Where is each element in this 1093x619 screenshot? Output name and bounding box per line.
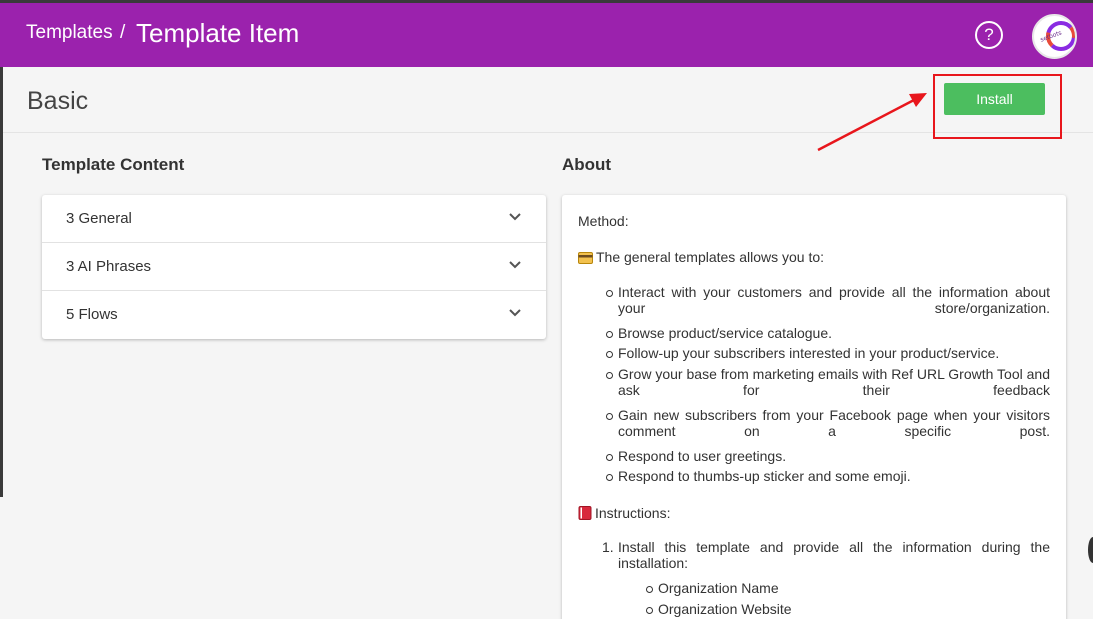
chevron-down-icon	[509, 213, 521, 221]
credit-card-emoji-icon	[578, 252, 593, 264]
general-bullet-item: Follow-up your subscribers interested in…	[618, 345, 999, 361]
question-circle-icon: ?	[984, 25, 994, 44]
instruction-subitem: Organization Name	[658, 580, 779, 596]
accordion-item-label: 5 Flows	[66, 306, 118, 323]
accordion-item-label: 3 General	[66, 210, 132, 227]
chevron-down-icon	[509, 309, 521, 317]
bullet-marker	[606, 351, 613, 358]
general-bullet-text: Browse product/service catalogue.	[618, 325, 832, 341]
about-card: Method: The general templates allows you…	[562, 195, 1066, 619]
instruction-step-number: 1.	[602, 539, 614, 555]
general-intro-text: The general templates allows you to:	[596, 249, 825, 265]
general-bullet-text: Grow your base from marketing emails wit…	[618, 366, 1050, 398]
bullet-marker	[646, 586, 653, 593]
general-bullet-item: Browse product/service catalogue.	[618, 325, 832, 341]
template-content-heading: Template Content	[42, 155, 185, 174]
page-title: Template Item	[136, 18, 300, 48]
instructions-line: Instructions:	[578, 505, 670, 521]
avatar[interactable]: setbots	[1032, 14, 1077, 59]
accordion-item-ai-phrases[interactable]: 3 AI Phrases	[42, 243, 546, 291]
instruction-step-item: Install this template and provide all th…	[618, 539, 1050, 571]
general-bullet-item: Interact with your customers and provide…	[618, 284, 1050, 316]
annotation-arrow-icon	[817, 93, 927, 152]
bullet-marker	[606, 372, 613, 379]
general-bullet-text: Respond to user greetings.	[618, 448, 787, 464]
template-content-accordion: 3 General 3 AI Phrases 5 Flows	[42, 195, 546, 339]
bullet-marker	[606, 474, 613, 481]
accordion-item-general[interactable]: 3 General	[42, 195, 546, 243]
bullet-marker	[606, 331, 613, 338]
instruction-subitem: Organization Website	[658, 601, 792, 617]
general-bullet-text: Follow-up your subscribers interested in…	[618, 345, 1000, 361]
accordion-item-flows[interactable]: 5 Flows	[42, 291, 546, 339]
breadcrumb-templates-link[interactable]: Templates	[26, 22, 113, 44]
header-bar: Templates / Template Item ? setbots	[0, 3, 1093, 67]
red-book-emoji-icon	[578, 506, 592, 520]
about-heading: About	[562, 155, 612, 174]
bullet-marker	[606, 454, 613, 461]
bullet-marker	[646, 607, 653, 614]
annotation-highlight-box	[933, 74, 1062, 139]
accordion-item-label: 3 AI Phrases	[66, 258, 152, 275]
template-name-title: Basic	[27, 87, 89, 115]
scroll-handle[interactable]	[1088, 537, 1093, 563]
app-window: Templates / Template Item ? setbots Basi…	[0, 0, 1093, 619]
general-bullet-item: Gain new subscribers from your Facebook …	[618, 407, 1050, 439]
general-bullet-item: Respond to user greetings.	[618, 448, 786, 464]
instruction-step-text: Install this template and provide all th…	[618, 539, 1050, 571]
general-bullet-text: Respond to thumbs-up sticker and some em…	[618, 468, 911, 484]
general-intro-line: The general templates allows you to:	[578, 249, 824, 265]
chevron-down-icon	[509, 261, 521, 269]
bullet-marker	[606, 290, 613, 297]
general-bullet-item: Respond to thumbs-up sticker and some em…	[618, 468, 911, 484]
help-button[interactable]: ?	[975, 21, 1003, 49]
instructions-label: Instructions:	[595, 505, 671, 521]
bullet-marker	[606, 413, 613, 420]
method-label: Method:	[578, 213, 629, 229]
general-bullet-item: Grow your base from marketing emails wit…	[618, 366, 1050, 398]
general-bullet-text: Gain new subscribers from your Facebook …	[618, 407, 1050, 439]
breadcrumb-separator: /	[120, 22, 126, 43]
general-bullet-text: Interact with your customers and provide…	[618, 284, 1050, 316]
